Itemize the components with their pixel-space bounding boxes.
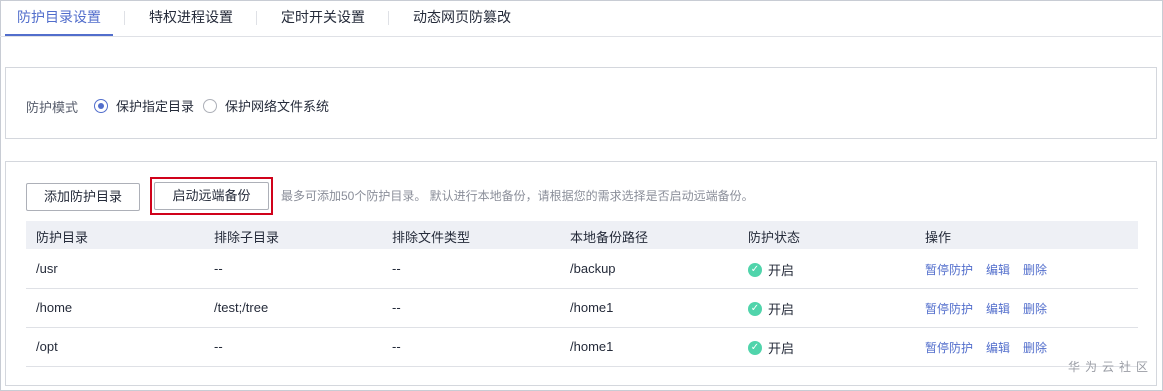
column-header: 本地备份路径 — [570, 230, 649, 245]
column-header: 防护目录 — [36, 230, 89, 245]
radio-protect-specified-dir[interactable]: 保护指定目录 — [94, 96, 194, 115]
edit-link[interactable]: 编辑 — [986, 302, 1010, 316]
cell-dir: /usr — [36, 261, 58, 276]
radio-label: 保护指定目录 — [116, 99, 195, 114]
tab-protected-dirs[interactable]: 防护目录设置 — [5, 0, 113, 36]
table-header: 防护目录 排除子目录 排除文件类型 本地备份路径 防护状态 操作 — [26, 221, 1138, 249]
tab-divider — [388, 11, 389, 25]
cell-backup-path: /backup — [570, 261, 616, 276]
column-header: 排除文件类型 — [392, 230, 471, 245]
watermark: 华为云社区 — [1067, 360, 1153, 374]
protected-dir-list-panel: 添加防护目录 启动远端备份 最多可添加50个防护目录。 默认进行本地备份，请根据… — [5, 161, 1157, 386]
cell-exclude-sub: /test;/tree — [214, 300, 269, 315]
tab-dynamic-web-tamper[interactable]: 动态网页防篡改 — [402, 0, 522, 36]
check-circle-icon: ✓ — [748, 340, 762, 355]
cell-status: ✓ 开启 — [748, 260, 794, 279]
limit-hint-text: 最多可添加50个防护目录。 默认进行本地备份，请根据您的需求选择是否启动远端备份… — [281, 189, 754, 203]
radio-unchecked-icon[interactable] — [203, 98, 217, 113]
cell-backup-path: /home1 — [570, 339, 614, 354]
check-circle-icon: ✓ — [748, 262, 762, 277]
status-text: 开启 — [768, 302, 795, 317]
protection-mode-label: 防护模式 — [26, 100, 79, 115]
radio-label: 保护网络文件系统 — [225, 99, 330, 114]
cell-exclude-type: -- — [392, 339, 401, 354]
tab-scheduled-switch[interactable]: 定时开关设置 — [268, 0, 378, 36]
tab-bar: 防护目录设置 特权进程设置 定时开关设置 动态网页防篡改 — [0, 0, 1161, 37]
cell-dir: /opt — [36, 339, 58, 354]
column-header: 操作 — [925, 230, 952, 245]
radio-checked-icon[interactable] — [94, 98, 108, 113]
cell-exclude-sub: -- — [214, 261, 223, 276]
tab-divider — [256, 11, 257, 25]
cell-exclude-type: -- — [392, 300, 401, 315]
column-header: 排除子目录 — [214, 230, 280, 245]
status-text: 开启 — [768, 341, 795, 356]
radio-protect-nfs[interactable]: 保护网络文件系统 — [203, 96, 329, 115]
delete-link[interactable]: 删除 — [1023, 263, 1047, 277]
cell-dir: /home — [36, 300, 73, 315]
cell-actions: 暂停防护 编辑 删除 — [925, 261, 1060, 278]
cell-backup-path: /home1 — [570, 300, 614, 315]
check-circle-icon: ✓ — [748, 301, 762, 316]
protection-mode-panel: 防护模式 保护指定目录 保护网络文件系统 — [5, 67, 1157, 139]
cell-actions: 暂停防护 编辑 删除 — [925, 339, 1060, 356]
cell-status: ✓ 开启 — [748, 299, 794, 318]
status-text: 开启 — [768, 263, 795, 278]
edit-link[interactable]: 编辑 — [986, 263, 1010, 277]
delete-link[interactable]: 删除 — [1023, 302, 1047, 316]
start-remote-backup-button[interactable]: 启动远端备份 — [154, 182, 269, 210]
tab-divider — [124, 11, 125, 25]
edit-link[interactable]: 编辑 — [986, 341, 1010, 355]
cell-exclude-type: -- — [392, 261, 401, 276]
tab-privileged-process[interactable]: 特权进程设置 — [136, 0, 246, 36]
pause-protection-link[interactable]: 暂停防护 — [925, 302, 973, 316]
delete-link[interactable]: 删除 — [1023, 341, 1047, 355]
pause-protection-link[interactable]: 暂停防护 — [925, 263, 973, 277]
cell-exclude-sub: -- — [214, 339, 223, 354]
cell-status: ✓ 开启 — [748, 338, 794, 357]
cell-actions: 暂停防护 编辑 删除 — [925, 300, 1060, 317]
table-row: /usr -- -- /backup ✓ 开启 暂停防护 编辑 删除 — [26, 249, 1138, 289]
add-protected-dir-button[interactable]: 添加防护目录 — [26, 183, 140, 211]
table-row: /home /test;/tree -- /home1 ✓ 开启 暂停防护 编辑删… — [26, 288, 1138, 328]
table-row: /opt -- -- /home1 ✓ 开启 暂停防护 编辑 删除 — [26, 327, 1138, 367]
column-header: 防护状态 — [748, 230, 801, 245]
pause-protection-link[interactable]: 暂停防护 — [925, 341, 973, 355]
